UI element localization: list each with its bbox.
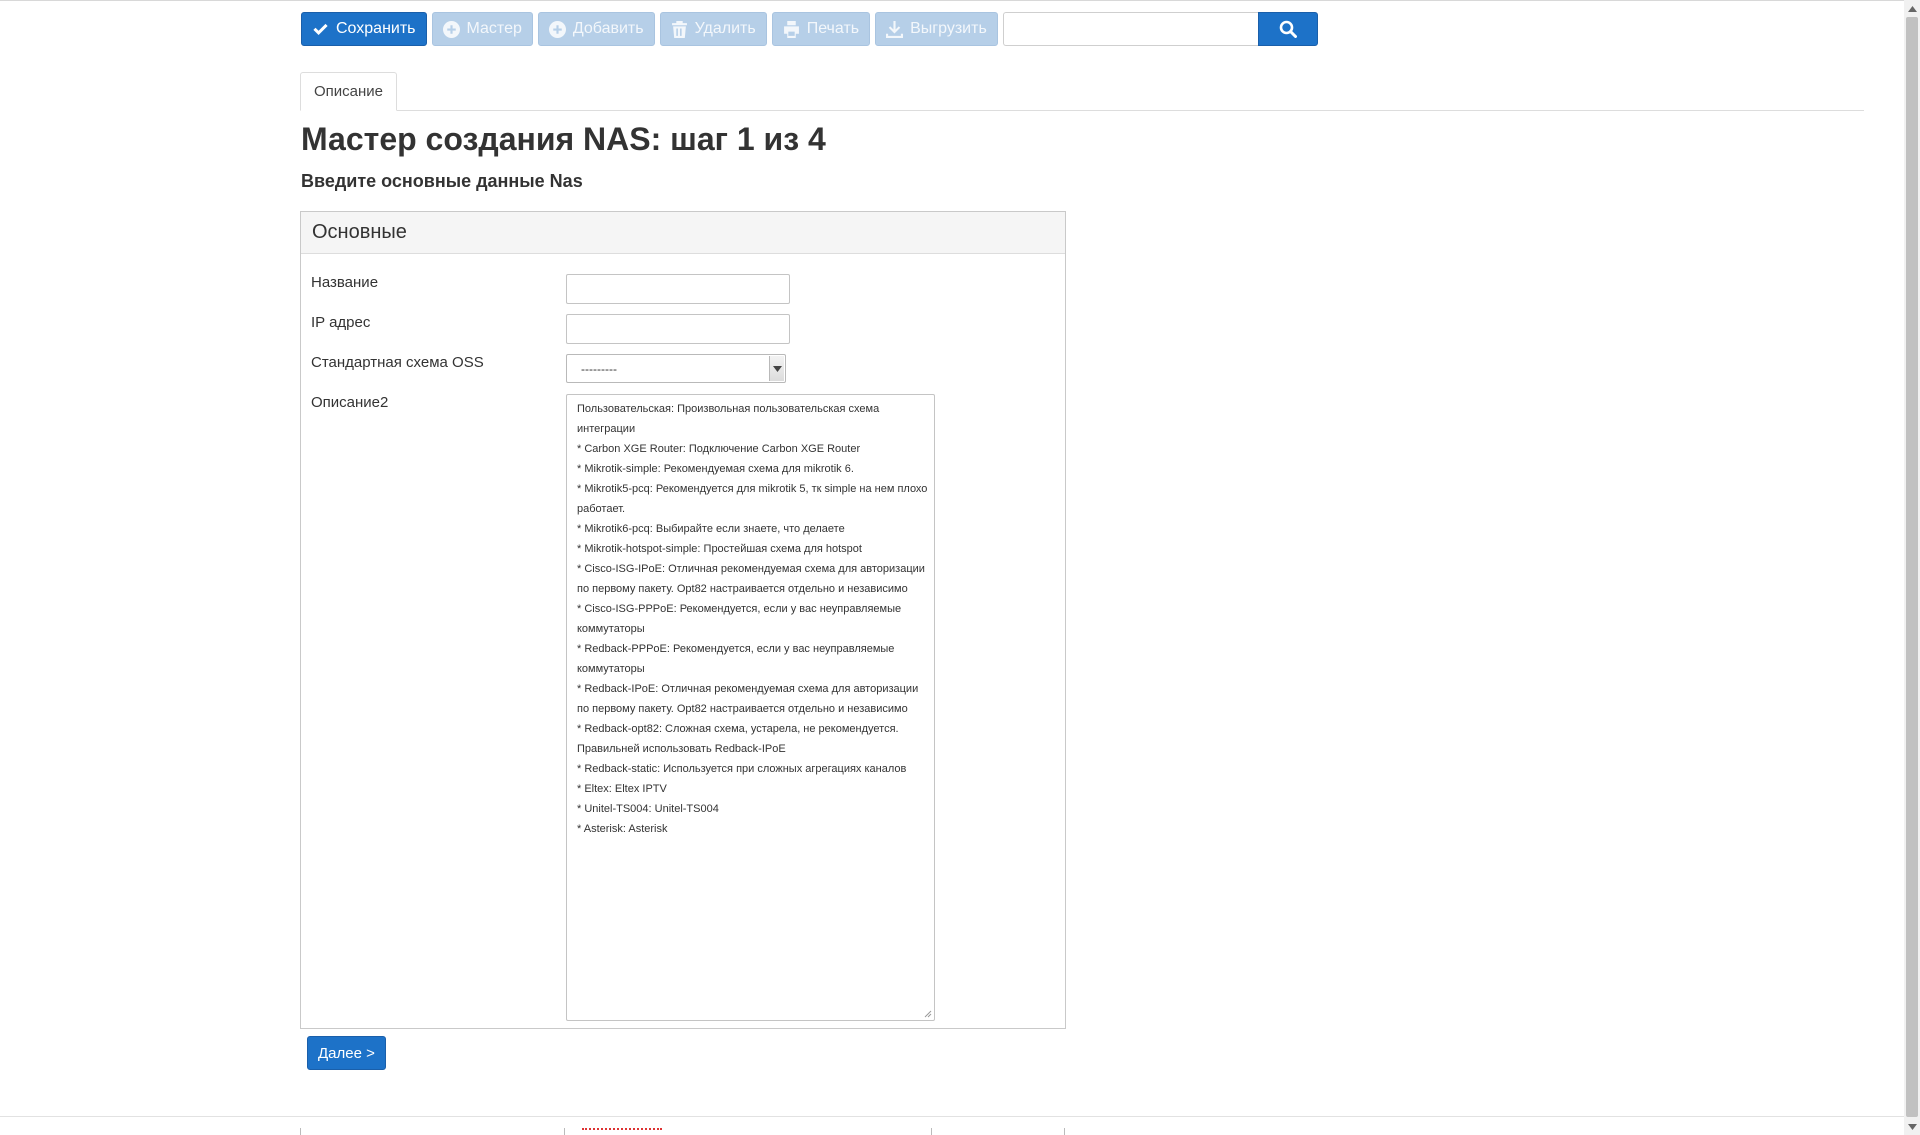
description-line: * Mikrotik-simple: Рекомендуемая схема д… [577, 463, 854, 475]
description-line: Пользовательская: Произвольная пользоват… [577, 403, 880, 415]
delete-button-label: Удалить [694, 20, 756, 37]
page-root: Сохранить Мастер Добавить Удалить Печать… [0, 0, 1920, 1135]
description-line: коммутаторы [577, 663, 645, 675]
footer-tick [1064, 1128, 1065, 1135]
save-button[interactable]: Сохранить [301, 12, 427, 46]
ip-input[interactable] [566, 314, 790, 344]
description-label: Описание2 [311, 394, 389, 411]
description-line: * Cisco-ISG-IPoE: Отличная рекомендуемая… [577, 563, 925, 575]
name-label: Название [311, 274, 379, 291]
description-line: интеграции [577, 423, 636, 435]
print-button-label: Печать [806, 20, 860, 37]
resize-grip-icon [924, 1010, 932, 1018]
description-line: работает. [577, 503, 626, 515]
description-line: по первому пакету. Opt82 настраивается о… [577, 703, 908, 715]
footer-divider [0, 1116, 1904, 1117]
export-button[interactable]: Выгрузить [875, 12, 998, 46]
chevron-down-icon [769, 356, 784, 381]
save-button-label: Сохранить [336, 20, 416, 37]
ip-label: IP адрес [311, 314, 371, 331]
description-line: * Asterisk: Asterisk [577, 823, 668, 835]
next-button[interactable]: Далее > [307, 1036, 386, 1070]
export-button-label: Выгрузить [910, 20, 987, 37]
description-line: * Mikrotik5-pcq: Рекомендуется для mikro… [577, 483, 928, 495]
wizard-button-label: Мастер [466, 20, 522, 37]
description-line: коммутаторы [577, 623, 645, 635]
description-line: * Carbon XGE Router: Подключение Carbon … [577, 443, 861, 455]
printer-icon [783, 20, 799, 38]
oss-scheme-label: Стандартная схема OSS [311, 354, 484, 371]
panel-heading: Основные [301, 212, 1065, 254]
footer-tick [300, 1128, 301, 1135]
footer-tick [931, 1128, 932, 1135]
scrollbar-thumb[interactable] [1906, 17, 1918, 1117]
tab-description-label: Описание [314, 83, 384, 100]
description-line: * Unitel-TS004: Unitel-TS004 [577, 803, 719, 815]
search-input[interactable] [1002, 12, 1258, 46]
description-textarea[interactable]: Пользовательская: Произвольная пользоват… [566, 394, 935, 1021]
tab-description[interactable]: Описание [300, 72, 398, 111]
description-line: * Redback-PPPoE: Рекомендуется, если у в… [577, 643, 895, 655]
description-line: * Cisco-ISG-PPPoE: Рекомендуется, если у… [577, 603, 902, 615]
page-title: Мастер создания NAS: шаг 1 из 4 [301, 121, 826, 157]
search-icon [1279, 20, 1297, 38]
add-button-label: Добавить [572, 20, 644, 37]
delete-button[interactable]: Удалить [659, 12, 767, 46]
name-input[interactable] [566, 274, 790, 304]
oss-scheme-selected: --------- [581, 361, 617, 376]
description-line: Правильней использовать Redback-IPoE [577, 743, 786, 755]
footer-tick [564, 1128, 565, 1135]
print-button[interactable]: Печать [771, 12, 871, 46]
checkmark-icon [313, 23, 328, 35]
spellcheck-underline-fragment [582, 1128, 662, 1133]
plus-circle-icon [548, 20, 566, 38]
plus-circle-icon [442, 20, 460, 38]
add-button[interactable]: Добавить [537, 12, 655, 46]
description-line: * Mikrotik-hotspot-simple: Простейшая сх… [577, 543, 862, 555]
description-line: * Redback-IPoE: Отличная рекомендуемая с… [577, 683, 919, 695]
description-line: * Redback-static: Используется при сложн… [577, 763, 907, 775]
main-panel: Основные Название IP адрес Стандартная с… [300, 211, 1066, 1029]
description-line: * Redback-opt82: Сложная схема, устарела… [577, 723, 899, 735]
search-button[interactable] [1257, 12, 1318, 46]
oss-scheme-select[interactable]: --------- [566, 354, 786, 383]
scroll-down-icon[interactable] [1904, 1118, 1920, 1135]
scroll-up-icon[interactable] [1904, 0, 1920, 17]
top-border [0, 0, 1904, 1]
trash-icon [671, 20, 687, 38]
download-icon [886, 20, 904, 38]
wizard-button[interactable]: Мастер [431, 12, 533, 46]
search-group [1002, 12, 1318, 46]
description-line: * Mikrotik6-pcq: Выбирайте если знаете, … [577, 523, 845, 535]
tabs-divider [300, 110, 1864, 111]
page-subtitle: Введите основные данные Nas [301, 171, 583, 191]
toolbar: Сохранить Мастер Добавить Удалить Печать… [301, 12, 1318, 46]
description-line: по первому пакету. Opt82 настраивается о… [577, 583, 908, 595]
description-line: * Eltex: Eltex IPTV [577, 783, 667, 795]
